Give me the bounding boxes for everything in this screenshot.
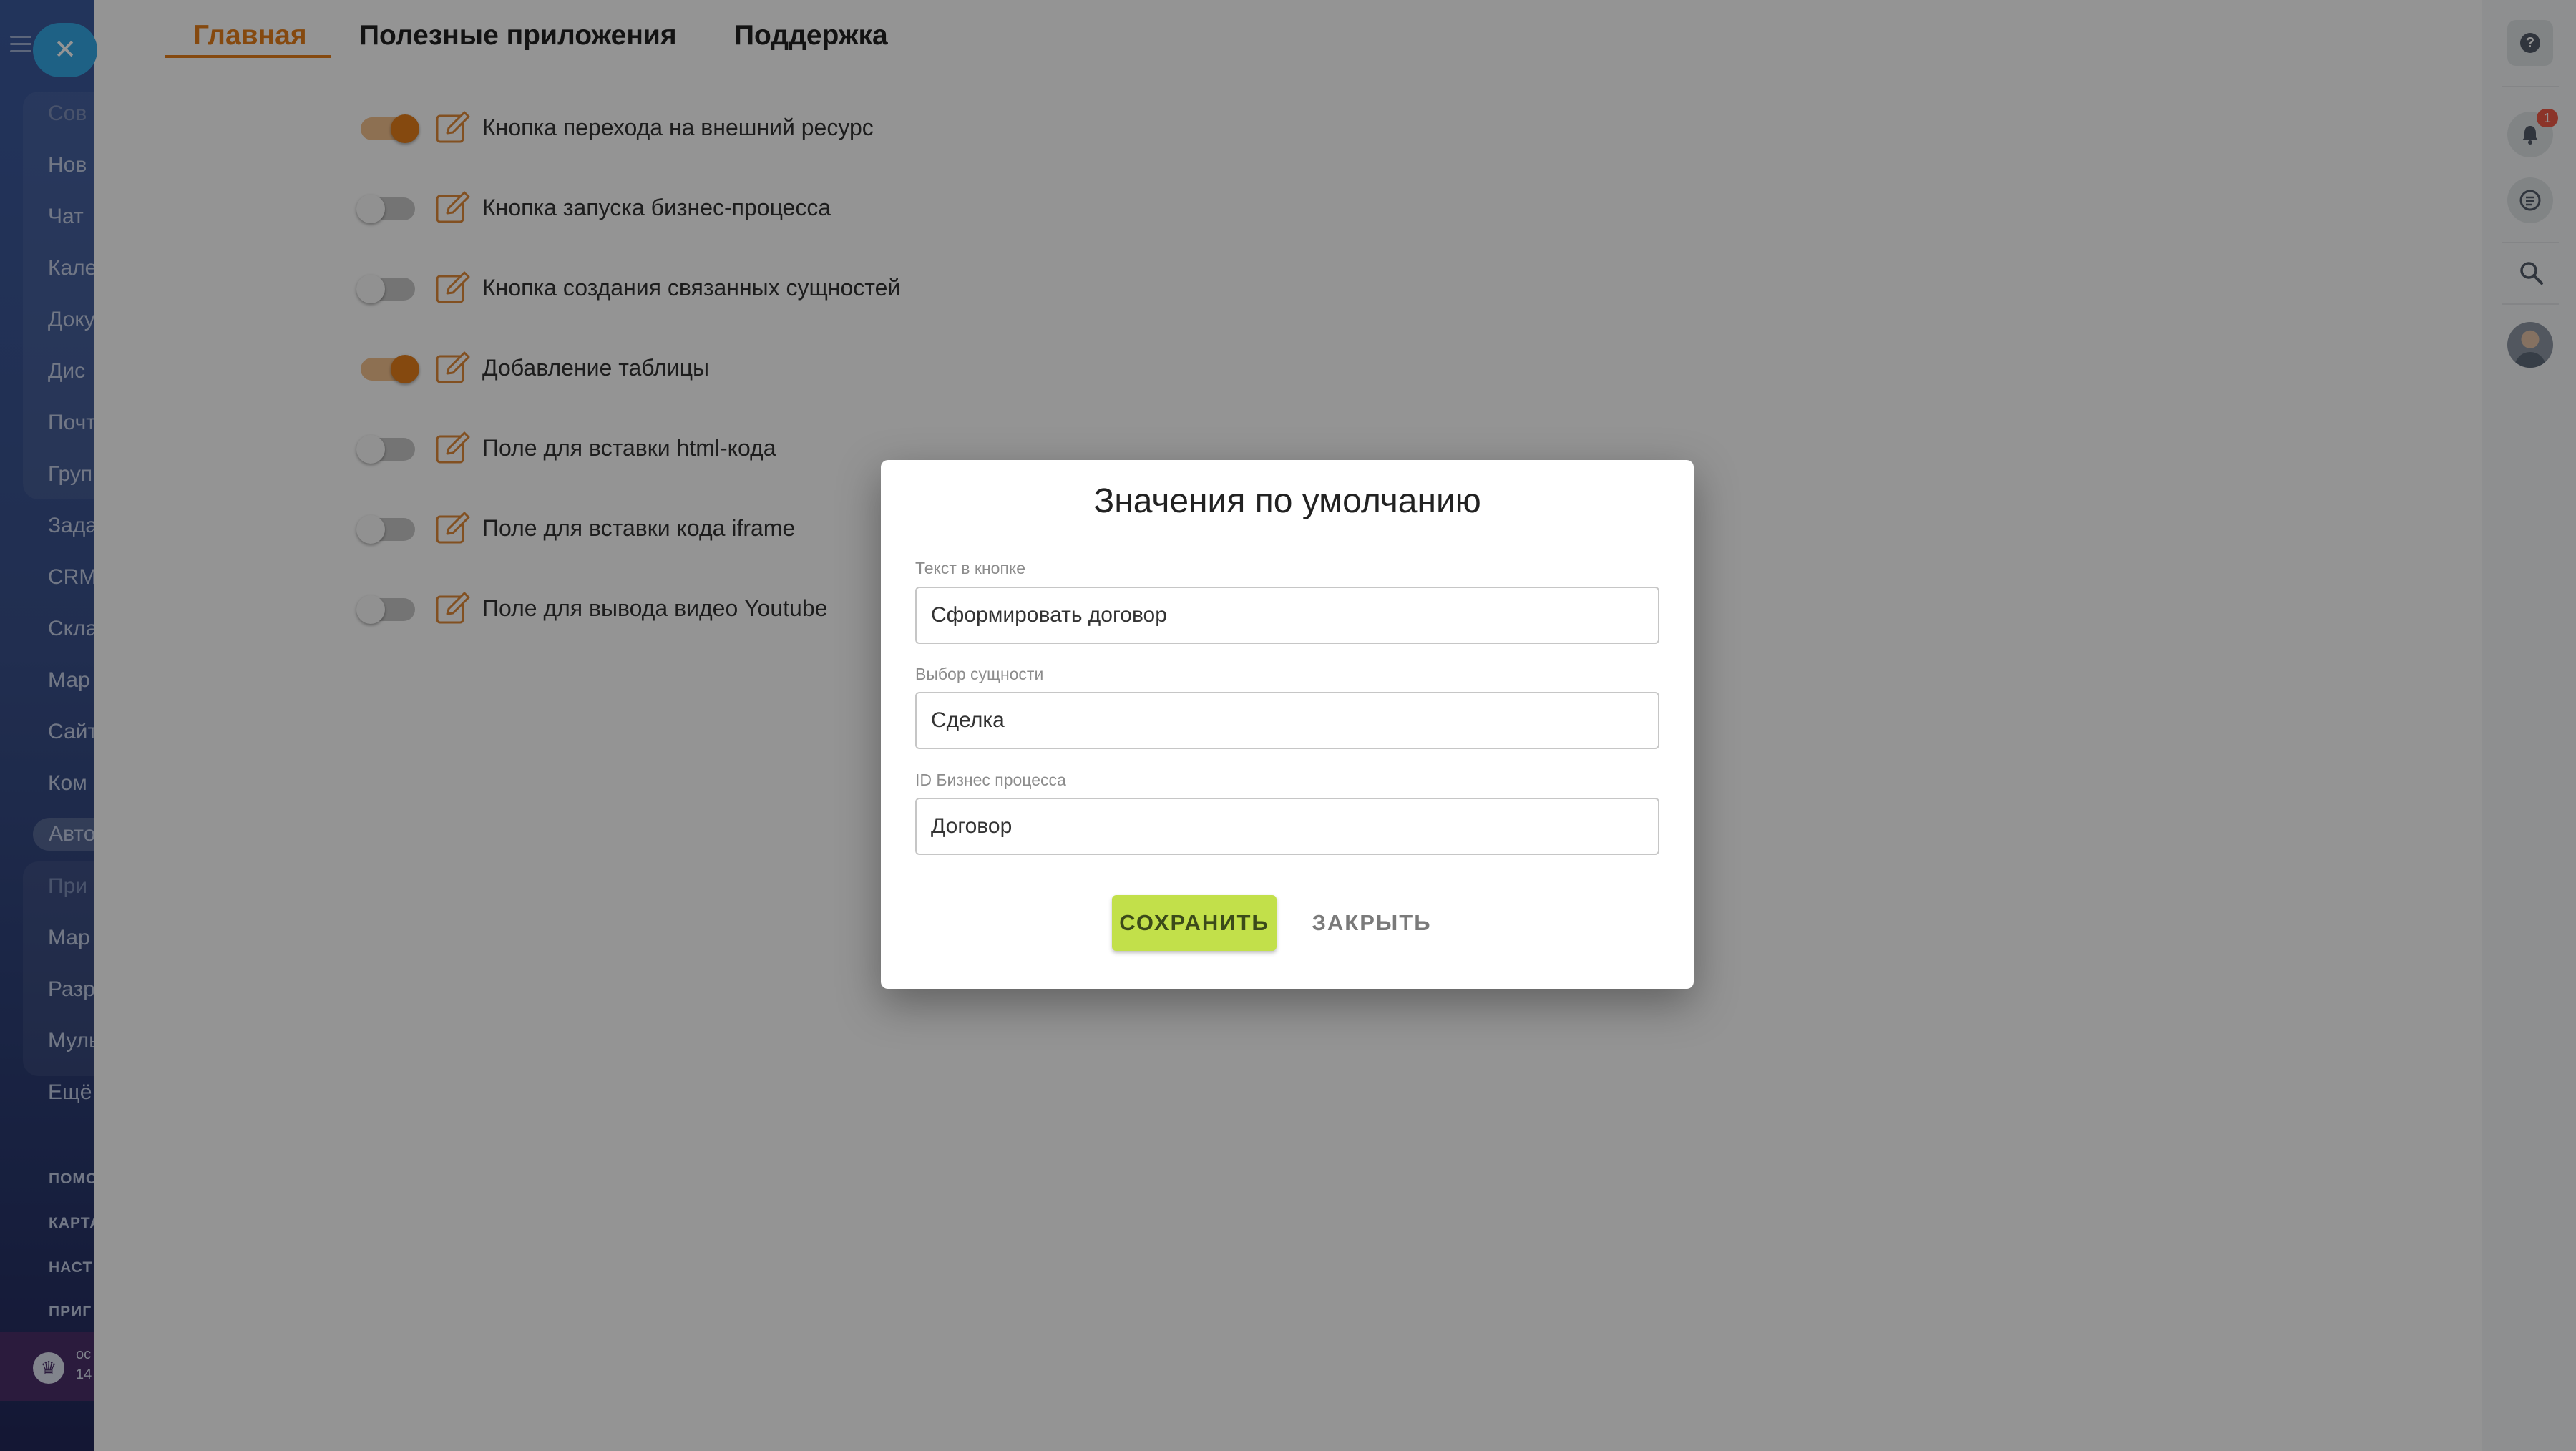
default-values-dialog: Значения по умолчанию Текст в кнопке Выб…	[881, 460, 1694, 989]
dialog-title: Значения по умолчанию	[1093, 482, 1481, 520]
entity-select-input[interactable]	[915, 692, 1659, 749]
button-text-label: Текст в кнопке	[915, 559, 1026, 577]
button-text-input[interactable]	[915, 587, 1659, 644]
bp-id-label: ID Бизнес процесса	[915, 771, 1066, 789]
save-button[interactable]: СОХРАНИТЬ	[1112, 895, 1277, 951]
bp-id-input[interactable]	[915, 798, 1659, 855]
close-button[interactable]: ЗАКРЫТЬ	[1307, 895, 1436, 951]
entity-select-label: Выбор сущности	[915, 665, 1044, 683]
